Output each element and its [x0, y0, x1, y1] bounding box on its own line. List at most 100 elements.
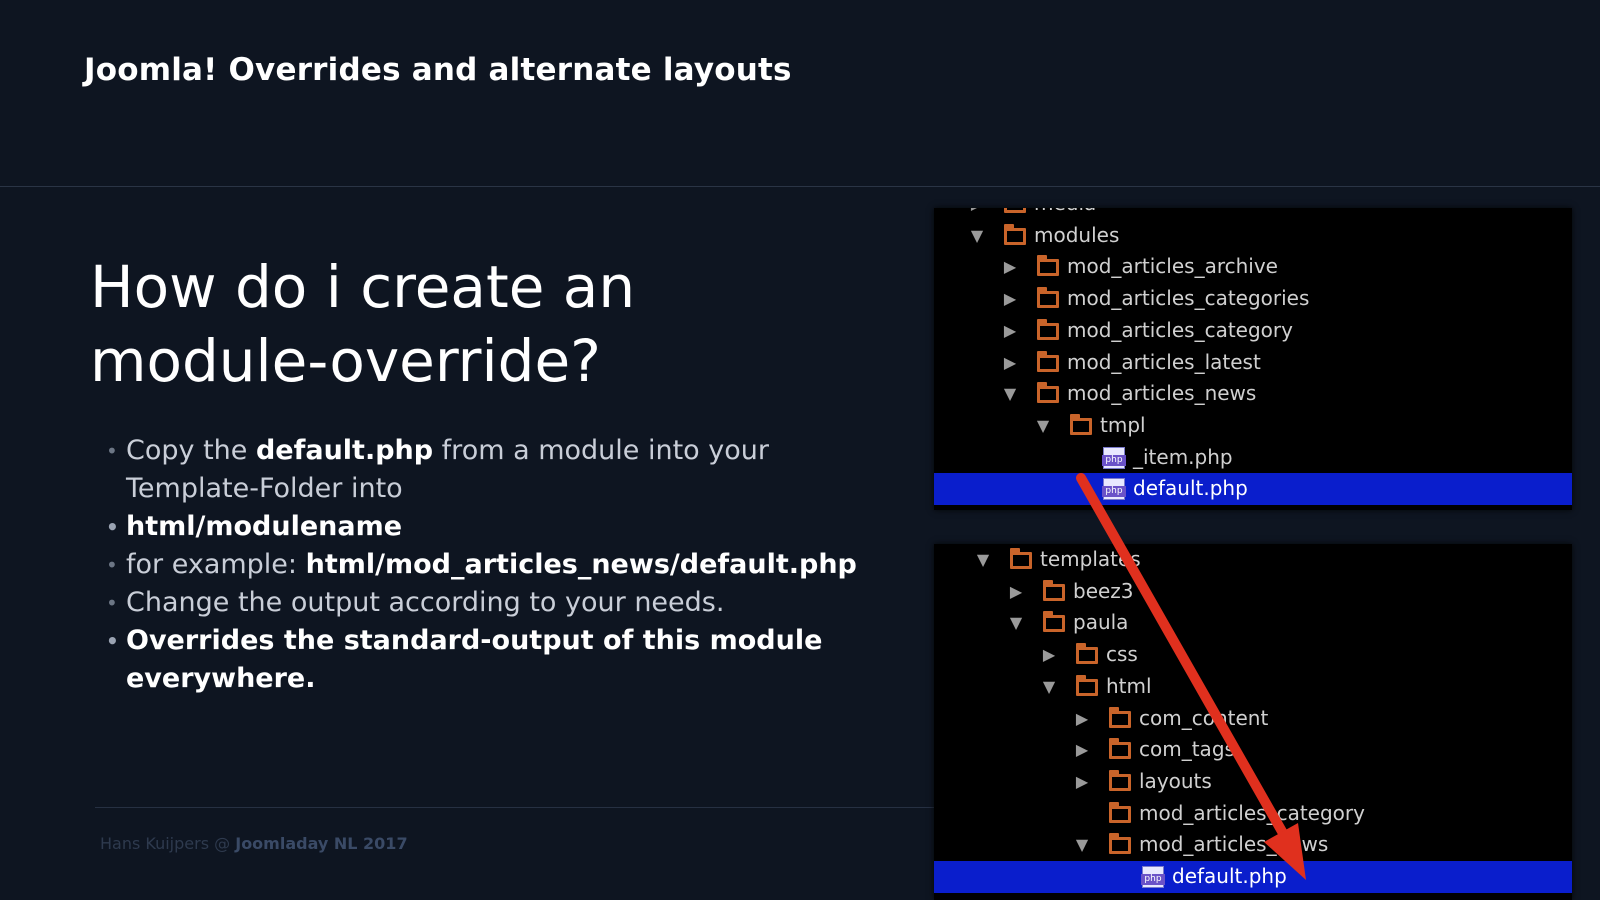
tree-folder-row[interactable]: ▶ media — [934, 208, 1572, 220]
expand-right-icon[interactable]: ▶ — [1073, 739, 1091, 759]
expand-right-icon[interactable]: ▶ — [1001, 256, 1019, 276]
bullet-dot-icon: • — [106, 629, 119, 653]
tree-folder-row[interactable]: ▼ mod_articles_news — [934, 829, 1572, 861]
folder-icon — [1076, 674, 1098, 696]
tree-folder-row[interactable]: ▶ css — [934, 639, 1572, 671]
expand-down-icon[interactable]: ▼ — [1034, 415, 1052, 435]
bullet-text: Change the output according to your need… — [126, 587, 725, 618]
bullet-dot-icon: • — [106, 553, 118, 577]
header-divider — [0, 186, 1600, 187]
bullet-item: • Copy the default.php from a module int… — [106, 432, 866, 508]
php-file-icon: php — [1102, 478, 1126, 501]
file-tree-top: ▶ media ▼ modules ▶ mod_articles_archive ▶ mod_… — [934, 208, 1572, 510]
tree-item-label: mod_articles_news — [1139, 832, 1329, 857]
tree-item-label: com_tags — [1139, 737, 1235, 762]
expand-right-icon[interactable]: ▶ — [1001, 352, 1019, 372]
bullet-dot-icon: • — [106, 515, 119, 539]
expand-down-icon[interactable]: ▼ — [968, 225, 986, 245]
folder-icon — [1037, 350, 1059, 372]
folder-icon — [1037, 255, 1059, 277]
tree-file-row[interactable]: php default.php — [934, 473, 1572, 506]
folder-icon — [1004, 223, 1026, 245]
php-file-badge: php — [1141, 874, 1165, 885]
tree-folder-row[interactable]: ▶ mod_articles_archive — [934, 251, 1572, 283]
footer-at: @ — [214, 834, 231, 853]
folder-icon — [1109, 769, 1131, 791]
tree-item-label: mod_articles_category — [1067, 317, 1293, 342]
tree-folder-row[interactable]: ▼ paula — [934, 607, 1572, 639]
folder-icon — [1109, 738, 1131, 760]
expand-down-icon[interactable]: ▼ — [1007, 612, 1025, 632]
header-title: Joomla! Overrides and alternate layouts — [84, 52, 792, 88]
php-file-badge: php — [1102, 454, 1126, 466]
tree-folder-row[interactable]: ▶ beez3 — [934, 576, 1572, 608]
file-tree-bottom: ▼ templates ▶ beez3 ▼ paula ▶ css ▼ html ▶ com_cont… — [934, 544, 1572, 900]
tree-item-label: mod_articles_archive — [1067, 254, 1278, 279]
folder-icon — [1070, 413, 1092, 435]
tree-folder-row[interactable]: ▶ com_content — [934, 703, 1572, 735]
tree-folder-row[interactable]: ▼ templates — [934, 544, 1572, 576]
tree-folder-row[interactable]: ▶ mod_articles_latest — [934, 347, 1572, 379]
folder-icon — [1037, 318, 1059, 340]
expand-down-icon[interactable]: ▼ — [974, 549, 992, 569]
expand-right-icon[interactable]: ▶ — [1073, 771, 1091, 791]
bullet-dot-icon: • — [106, 591, 118, 615]
expand-down-icon[interactable]: ▼ — [1073, 834, 1091, 854]
expand-down-icon[interactable]: ▼ — [1001, 383, 1019, 403]
footer-event: Joomladay NL 2017 — [235, 834, 408, 853]
tree-folder-row[interactable]: ▶ mod_articles_category — [934, 315, 1572, 347]
php-file-badge: php — [1102, 486, 1126, 498]
bullet-bold-text: default.php — [255, 435, 434, 466]
folder-icon — [1037, 382, 1059, 404]
footer-divider — [95, 807, 935, 808]
tree-file-row[interactable]: php default.php — [934, 861, 1572, 893]
tree-folder-row[interactable]: ▶ mod_articles_categories — [934, 283, 1572, 315]
tree-item-label: paula — [1073, 610, 1129, 635]
folder-icon — [1043, 611, 1065, 633]
tree-folder-row[interactable]: ▼ modules — [934, 220, 1572, 252]
footer-author: Hans Kuijpers — [100, 834, 210, 853]
folder-icon — [1076, 643, 1098, 665]
tree-folder-row[interactable]: ▼ mod_articles_news — [934, 378, 1572, 410]
tree-item-label: css — [1106, 642, 1138, 667]
expand-right-icon[interactable]: ▶ — [968, 208, 986, 213]
bullet-dot-icon: • — [106, 439, 118, 463]
tree-item-label: tmpl — [1100, 412, 1146, 437]
tree-item-label: mod_articles_latest — [1067, 349, 1261, 374]
folder-icon — [1109, 801, 1131, 823]
footer: Hans Kuijpers @ Joomladay NL 2017 — [100, 834, 408, 853]
bullet-text: Copy the — [126, 435, 256, 466]
bullet-item: • Change the output according to your ne… — [106, 584, 866, 622]
expand-right-icon[interactable]: ▶ — [1073, 708, 1091, 728]
tree-item-label: templates — [1040, 547, 1141, 571]
expand-right-icon[interactable]: ▶ — [1001, 320, 1019, 340]
tree-file-row[interactable]: php _item.php — [934, 442, 1572, 474]
expand-right-icon[interactable]: ▶ — [1040, 644, 1058, 664]
tree-item-label: beez3 — [1073, 578, 1134, 603]
tree-folder-row[interactable]: mod_articles_category — [934, 798, 1572, 830]
expand-right-icon[interactable]: ▶ — [1007, 581, 1025, 601]
tree-folder-row[interactable]: ▼ html — [934, 671, 1572, 703]
bullet-item: • html/modulename — [106, 508, 866, 546]
bullet-text: for example: — [126, 549, 306, 580]
bullet-item: • for example: html/mod_articles_news/de… — [106, 546, 866, 584]
tree-item-label: layouts — [1139, 768, 1212, 793]
tree-folder-row[interactable]: ▶ com_tags — [934, 734, 1572, 766]
tree-item-label: com_content — [1139, 705, 1269, 730]
tree-folder-row[interactable]: ▶ layouts — [934, 766, 1572, 798]
tree-item-label: mod_articles_category — [1139, 800, 1365, 825]
folder-icon — [1037, 287, 1059, 309]
expand-right-icon[interactable]: ▶ — [1001, 288, 1019, 308]
folder-icon — [1043, 579, 1065, 601]
tree-item-label: _item.php — [1133, 444, 1233, 469]
bullet-bold-text: html/mod_articles_news/default.php — [305, 549, 857, 580]
tree-item-label: default.php — [1133, 476, 1248, 501]
folder-icon — [1010, 548, 1032, 569]
tree-folder-row[interactable]: ▼ tmpl — [934, 410, 1572, 442]
tree-item-label: html — [1106, 673, 1152, 698]
expand-down-icon[interactable]: ▼ — [1040, 676, 1058, 696]
tree-item-label: mod_articles_categories — [1067, 286, 1310, 311]
folder-icon — [1004, 208, 1026, 213]
bullet-list: • Copy the default.php from a module int… — [106, 432, 866, 698]
folder-icon — [1109, 833, 1131, 855]
